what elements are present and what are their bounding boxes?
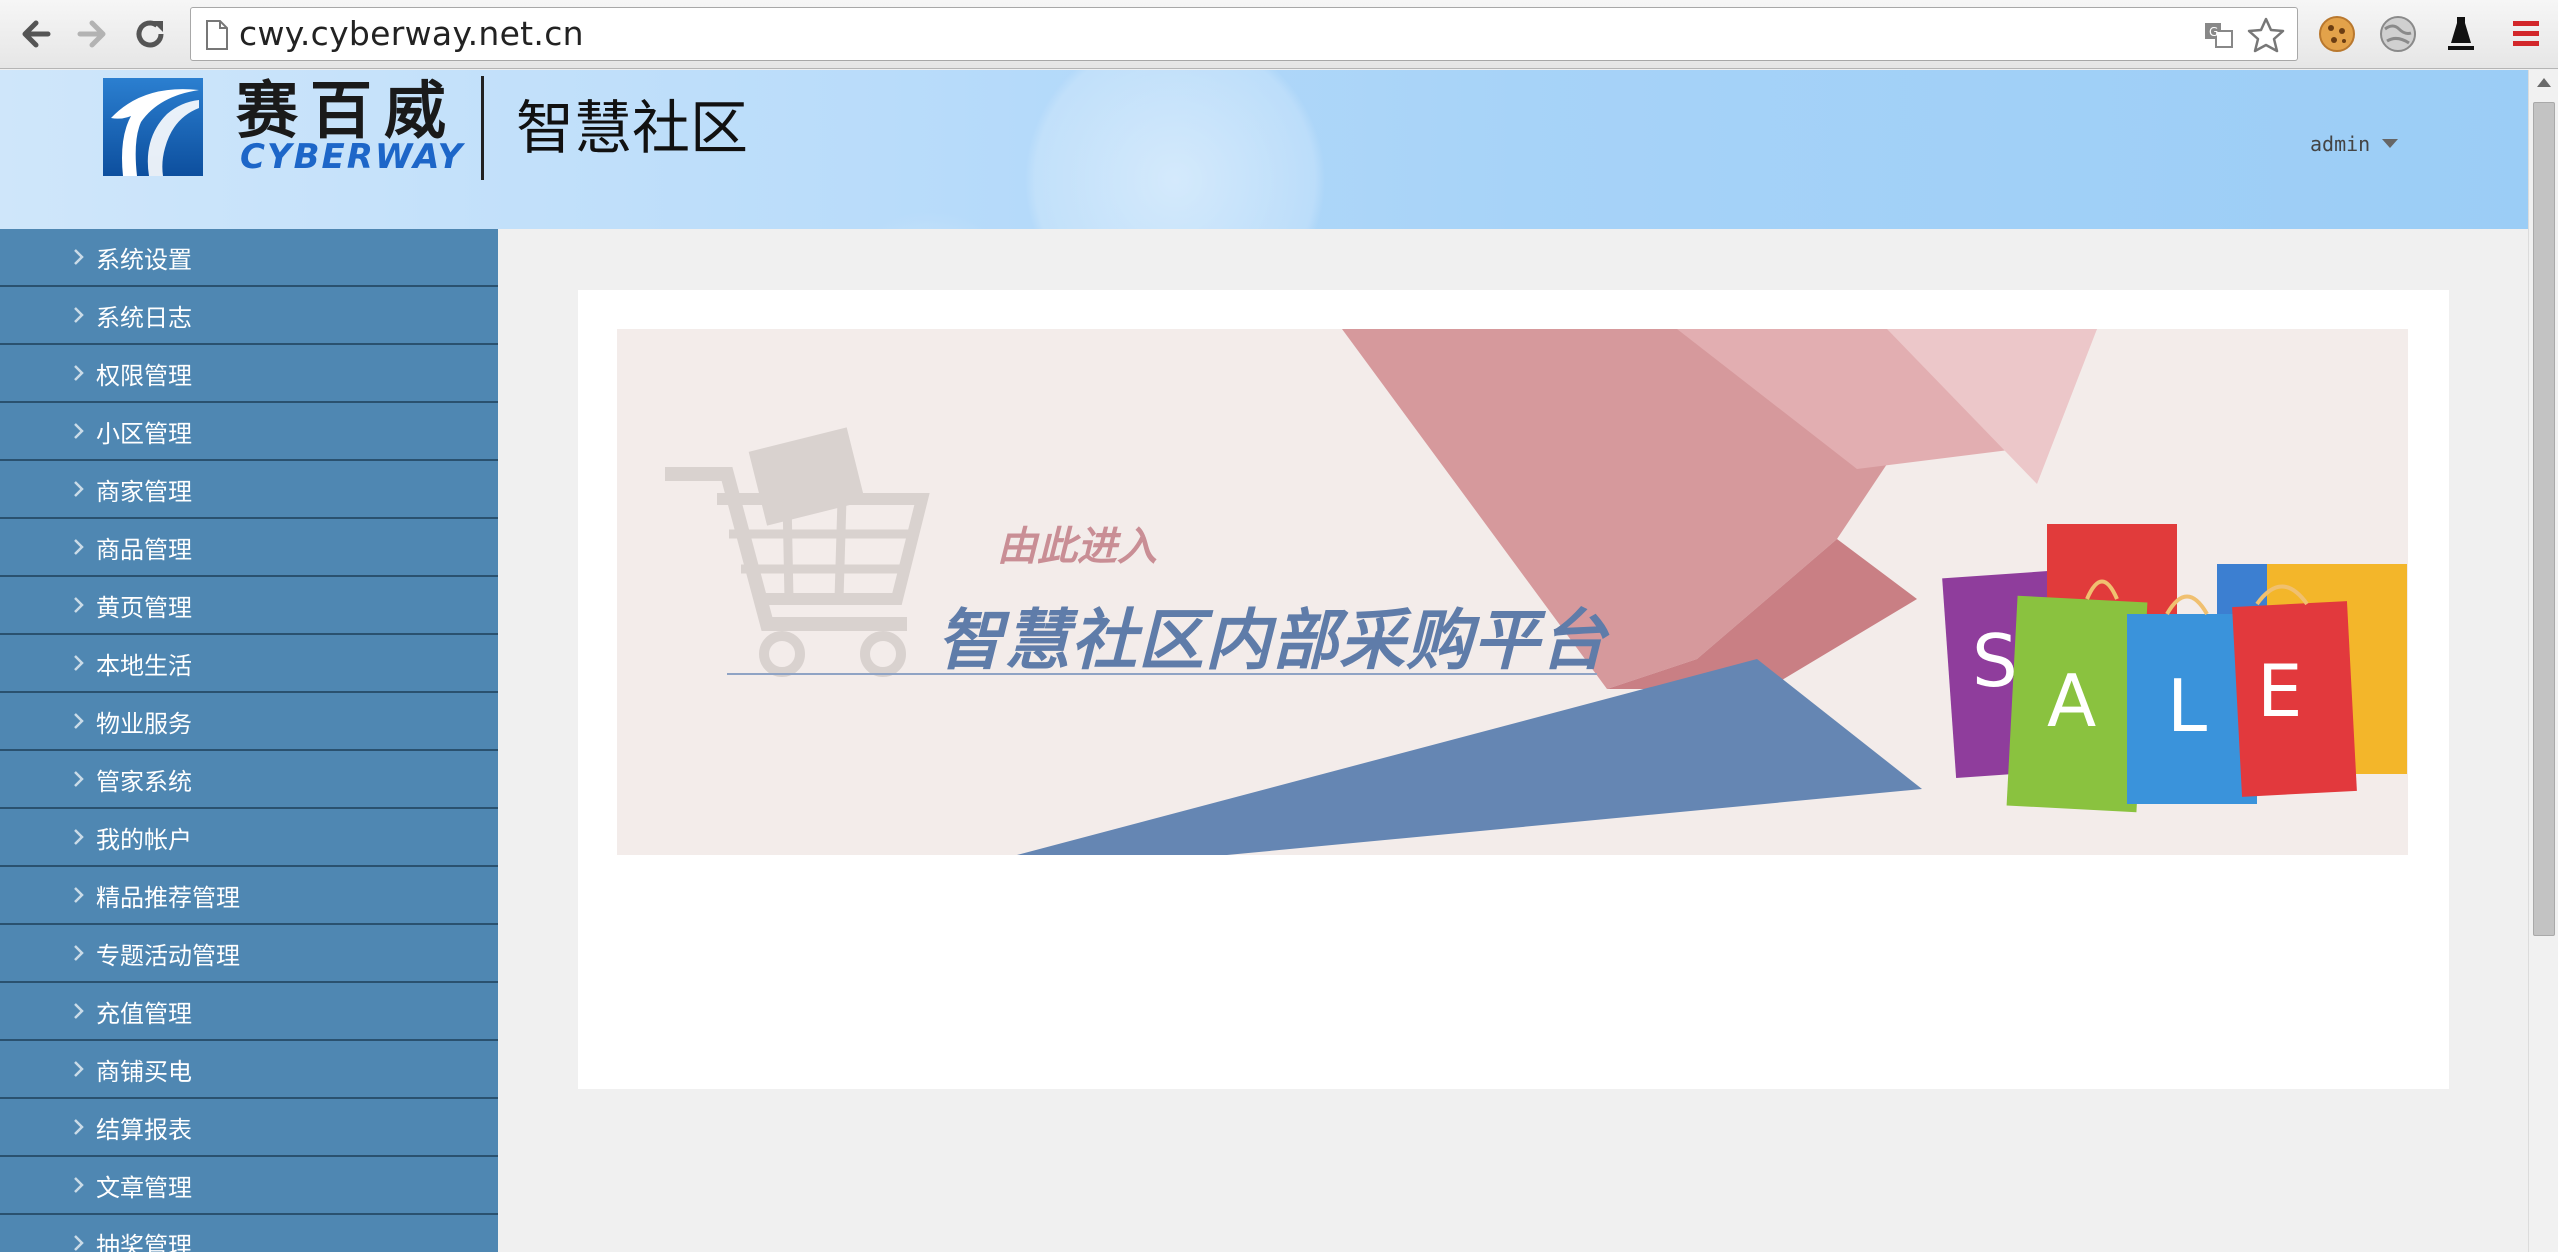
url-text[interactable]: cwy.cyberway.net.cn bbox=[239, 8, 584, 60]
sidebar-item-label: 黄页管理 bbox=[96, 593, 192, 622]
sidebar-item-yellow-pages[interactable]: 黄页管理 bbox=[0, 577, 498, 635]
banner-subtitle: 由此进入 bbox=[997, 523, 1157, 570]
sidebar-item-system-log[interactable]: 系统日志 bbox=[0, 287, 498, 345]
chevron-right-icon bbox=[74, 1003, 84, 1019]
sidebar-item-label: 文章管理 bbox=[96, 1173, 192, 1202]
sidebar-item-label: 管家系统 bbox=[96, 767, 192, 796]
cyberway-logo-icon bbox=[103, 78, 203, 176]
sidebar-item-label: 权限管理 bbox=[96, 361, 192, 390]
reload-icon bbox=[136, 20, 164, 48]
chevron-right-icon bbox=[74, 365, 84, 381]
sidebar-item-butler-system[interactable]: 管家系统 bbox=[0, 751, 498, 809]
logo-divider bbox=[481, 76, 484, 180]
chevron-right-icon bbox=[74, 597, 84, 613]
translate-icon[interactable]: G bbox=[2203, 20, 2235, 50]
svg-text:G: G bbox=[2209, 25, 2218, 39]
chevron-right-icon bbox=[74, 887, 84, 903]
sidebar-item-campaigns[interactable]: 专题活动管理 bbox=[0, 925, 498, 983]
sidebar-item-local-life[interactable]: 本地生活 bbox=[0, 635, 498, 693]
sidebar-item-label: 充值管理 bbox=[96, 999, 192, 1028]
scroll-up-arrow-icon[interactable] bbox=[2537, 78, 2551, 87]
sidebar-item-label: 商品管理 bbox=[96, 535, 192, 564]
sidebar-item-shop-electricity[interactable]: 商铺买电 bbox=[0, 1041, 498, 1099]
sale-letter: S bbox=[1972, 619, 2018, 703]
logo-chinese-text: 赛百威 bbox=[236, 74, 459, 147]
sidebar-item-my-account[interactable]: 我的帐户 bbox=[0, 809, 498, 867]
sidebar-item-settlement-reports[interactable]: 结算报表 bbox=[0, 1099, 498, 1157]
chevron-right-icon bbox=[74, 481, 84, 497]
user-menu[interactable]: admin bbox=[2310, 132, 2399, 156]
sidebar-item-label: 结算报表 bbox=[96, 1115, 192, 1144]
chevron-right-icon bbox=[74, 1235, 84, 1251]
sidebar-item-label: 系统设置 bbox=[96, 245, 192, 274]
sidebar: 系统设置 系统日志 权限管理 小区管理 商家管理 商品管理 黄页管理 本地生活 … bbox=[0, 229, 498, 1252]
chevron-right-icon bbox=[74, 307, 84, 323]
forward-icon bbox=[77, 20, 106, 48]
star-icon[interactable] bbox=[2247, 17, 2285, 53]
chevron-right-icon bbox=[74, 1119, 84, 1135]
sidebar-item-community[interactable]: 小区管理 bbox=[0, 403, 498, 461]
sidebar-item-featured[interactable]: 精品推荐管理 bbox=[0, 867, 498, 925]
chevron-right-icon bbox=[74, 249, 84, 265]
chevron-right-icon bbox=[74, 1061, 84, 1077]
caret-down-icon[interactable] bbox=[2382, 139, 2399, 149]
scroll-thumb[interactable] bbox=[2533, 102, 2555, 936]
page-icon bbox=[206, 20, 228, 50]
chevron-right-icon bbox=[74, 655, 84, 671]
sale-letter: A bbox=[2047, 659, 2097, 743]
sidebar-item-label: 本地生活 bbox=[96, 651, 192, 680]
address-bar[interactable]: cwy.cyberway.net.cn G bbox=[190, 7, 2298, 61]
forward-button[interactable] bbox=[70, 12, 114, 56]
globe-icon[interactable] bbox=[2377, 13, 2419, 55]
banner-title: 智慧社区内部采购平台 bbox=[937, 601, 1607, 679]
extension-icon[interactable] bbox=[2440, 13, 2482, 55]
sale-letter: L bbox=[2167, 664, 2208, 748]
vertical-scrollbar[interactable] bbox=[2528, 70, 2558, 1252]
sale-letter: E bbox=[2257, 649, 2303, 733]
chevron-right-icon bbox=[74, 423, 84, 439]
chevron-right-icon bbox=[74, 539, 84, 555]
sidebar-item-articles[interactable]: 文章管理 bbox=[0, 1157, 498, 1215]
sidebar-item-merchants[interactable]: 商家管理 bbox=[0, 461, 498, 519]
sidebar-item-label: 抽奖管理 bbox=[96, 1231, 192, 1252]
sidebar-item-permissions[interactable]: 权限管理 bbox=[0, 345, 498, 403]
logo-english-text: CYBERWAY bbox=[240, 137, 465, 177]
sidebar-item-label: 物业服务 bbox=[96, 709, 192, 738]
sidebar-item-lottery[interactable]: 抽奖管理 bbox=[0, 1215, 498, 1252]
sidebar-item-recharge[interactable]: 充值管理 bbox=[0, 983, 498, 1041]
sidebar-item-system-settings[interactable]: 系统设置 bbox=[0, 229, 498, 287]
sidebar-item-label: 精品推荐管理 bbox=[96, 883, 240, 912]
shopping-cart-icon bbox=[665, 427, 930, 677]
purchase-platform-banner[interactable]: 由此进入 智慧社区内部采购平台 S A L E bbox=[617, 329, 2408, 855]
menu-icon[interactable] bbox=[2506, 13, 2548, 55]
chevron-right-icon bbox=[74, 1177, 84, 1193]
back-icon bbox=[22, 20, 51, 48]
chevron-right-icon bbox=[74, 829, 84, 845]
sidebar-item-label: 系统日志 bbox=[96, 303, 192, 332]
sidebar-item-label: 商家管理 bbox=[96, 477, 192, 506]
chevron-right-icon bbox=[74, 713, 84, 729]
sidebar-item-property-services[interactable]: 物业服务 bbox=[0, 693, 498, 751]
site-title: 智慧社区 bbox=[516, 94, 749, 162]
back-button[interactable] bbox=[14, 12, 58, 56]
sidebar-item-products[interactable]: 商品管理 bbox=[0, 519, 498, 577]
cookie-icon[interactable] bbox=[2316, 13, 2358, 55]
sidebar-item-label: 我的帐户 bbox=[96, 825, 192, 854]
reload-button[interactable] bbox=[128, 12, 172, 56]
username[interactable]: admin bbox=[2310, 132, 2370, 156]
sidebar-item-label: 小区管理 bbox=[96, 419, 192, 448]
browser-toolbar: cwy.cyberway.net.cn G bbox=[0, 0, 2558, 69]
sidebar-item-label: 商铺买电 bbox=[96, 1057, 192, 1086]
sidebar-item-label: 专题活动管理 bbox=[96, 941, 240, 970]
chevron-right-icon bbox=[74, 771, 84, 787]
chevron-right-icon bbox=[74, 945, 84, 961]
